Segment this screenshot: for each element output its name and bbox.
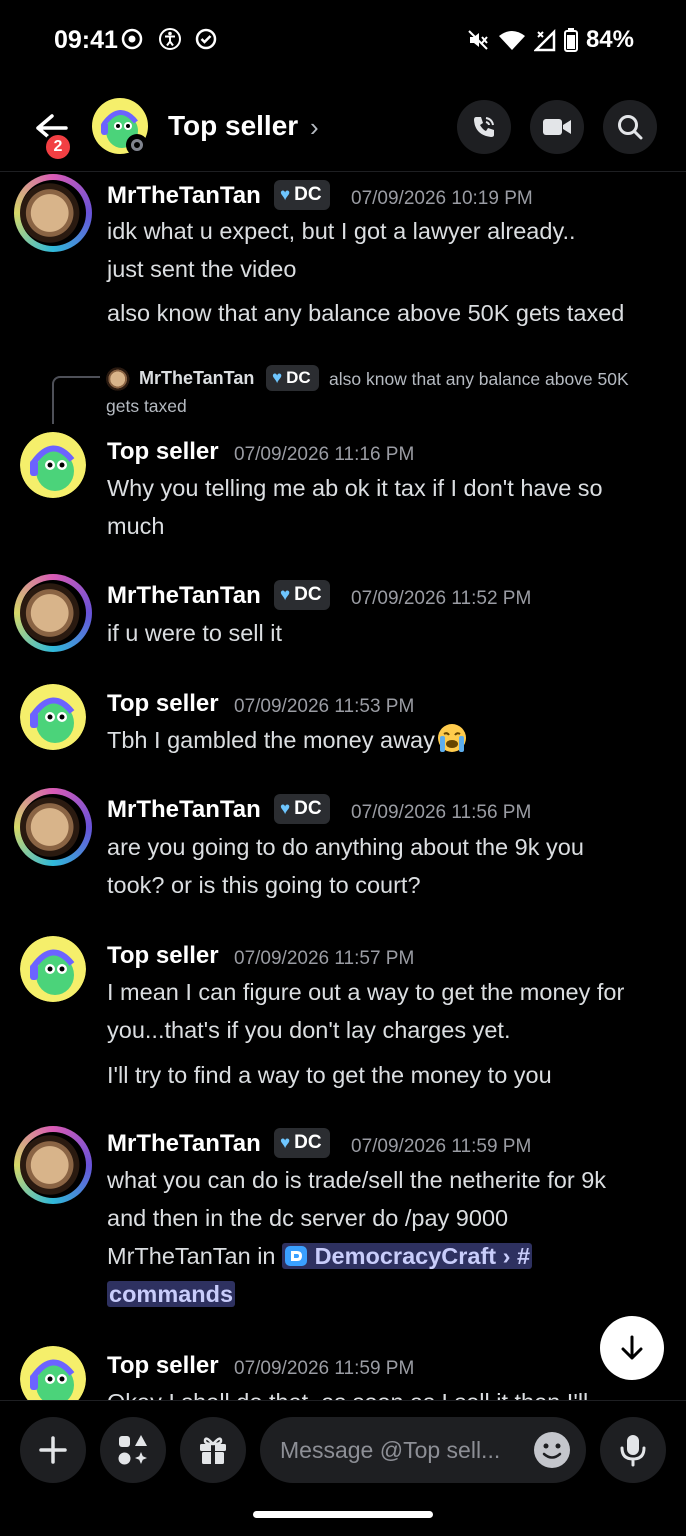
author-name[interactable]: MrTheTanTan [107,796,261,824]
avatar[interactable] [20,1132,86,1198]
gift-icon [200,1437,226,1464]
author-name[interactable]: Top seller [107,942,219,970]
message-placeholder: Message @Top sell... [280,1437,501,1463]
apps-button[interactable] [100,1417,166,1483]
message-text[interactable]: also know that any balance above 50K get… [107,294,677,332]
author-name[interactable]: MrTheTanTan [107,182,261,210]
channel-mention-name[interactable]: commands [107,1281,236,1307]
gesture-bar[interactable] [253,1511,433,1518]
heart-icon: ♥ [272,368,283,387]
heart-icon: ♥ [280,799,291,818]
message-text[interactable]: if u were to sell it [107,614,677,652]
mute-icon [468,30,488,50]
message-composer: Message @Top sell... [0,1400,686,1500]
emoji-icon[interactable] [532,1430,572,1470]
message-input[interactable]: Message @Top sell... [260,1417,586,1483]
reply-connector [52,376,100,424]
voice-call-button[interactable] [457,100,511,154]
server-tag[interactable]: ♥ DC [274,794,330,824]
author-name[interactable]: Top seller [107,690,219,718]
message-text[interactable]: what you can do is trade/sell the nether… [107,1161,677,1313]
offline-status-icon [126,134,148,156]
clock: 09:41 [54,26,118,54]
gift-button[interactable] [180,1417,246,1483]
chevron-right-icon[interactable]: › [310,112,319,143]
message-text[interactable]: I'll try to find a way to get the money … [107,1056,677,1094]
reply-author: MrTheTanTan [139,368,255,388]
chrome-icon [121,28,143,50]
avatar[interactable] [20,580,86,646]
timestamp: 07/09/2026 11:56 PM [351,802,532,823]
jump-to-bottom-button[interactable] [600,1316,664,1380]
server-tag[interactable]: ♥ DC [274,180,330,210]
page-title[interactable]: Top seller [168,110,298,142]
voice-message-button[interactable] [600,1417,666,1483]
message-list[interactable]: MrTheTanTan ♥ DC 07/09/2026 10:19 PM idk … [0,172,686,1400]
apps-icon [118,1435,147,1465]
author-name[interactable]: Top seller [107,438,219,466]
timestamp: 07/09/2026 11:59 PM [351,1136,532,1157]
avatar[interactable] [20,180,86,246]
unread-badge: 2 [43,132,73,162]
timestamp: 07/09/2026 10:19 PM [351,188,533,209]
video-call-button[interactable] [530,100,584,154]
accessibility-icon [159,28,181,50]
arrow-down-icon [621,1335,643,1360]
battery-level: 84% [585,26,634,53]
reply-text: gets taxed [106,396,187,416]
timestamp: 07/09/2026 11:57 PM [234,948,415,969]
wifi-icon [498,31,525,50]
video-camera-icon [543,119,571,135]
check-circle-icon [195,28,217,50]
heart-icon: ♥ [280,585,291,604]
chat-header: 2 Top seller › [0,80,686,172]
phone-icon [474,117,494,137]
timestamp: 07/09/2026 11:16 PM [234,444,415,465]
avatar[interactable] [20,684,86,750]
channel-mention[interactable]: DemocracyCraft › # [282,1243,533,1269]
server-tag[interactable]: ♥ DC [274,580,330,610]
timestamp: 07/09/2026 11:52 PM [351,588,532,609]
avatar [106,366,132,392]
server-tag: ♥ DC [266,365,319,391]
message-text[interactable]: idk what u expect, but I got a lawyer al… [107,212,677,288]
server-tag[interactable]: ♥ DC [274,1128,330,1158]
author-name[interactable]: MrTheTanTan [107,1130,261,1158]
message-text[interactable]: Why you telling me ab ok it tax if I don… [107,469,677,545]
message-text[interactable]: are you going to do anything about the 9… [107,828,677,904]
author-name[interactable]: MrTheTanTan [107,582,261,610]
avatar[interactable] [20,1346,86,1400]
server-icon [285,1246,308,1266]
crying-emoji-icon [437,724,466,752]
message-text[interactable]: Okay I shall do that, as soon as I sell … [107,1383,677,1400]
avatar[interactable] [20,794,86,860]
search-icon [618,115,643,140]
status-bar: 09:41 84% [0,0,686,80]
heart-icon: ♥ [280,1133,291,1152]
author-name[interactable]: Top seller [107,1352,219,1380]
heart-icon: ♥ [280,185,291,204]
add-attachment-button[interactable] [20,1417,86,1483]
reply-text: also know that any balance above 50K [329,369,629,389]
message-text[interactable]: Tbh I gambled the money away [107,721,677,759]
search-button[interactable] [603,100,657,154]
timestamp: 07/09/2026 11:53 PM [234,696,415,717]
battery-icon [563,28,578,52]
signal-icon [533,28,556,52]
avatar[interactable] [20,432,86,498]
plus-icon [39,1436,67,1464]
status-icons: 84% [466,26,634,54]
microphone-icon [620,1435,646,1467]
message-text[interactable]: I mean I can figure out a way to get the… [107,973,677,1049]
timestamp: 07/09/2026 11:59 PM [234,1358,415,1379]
avatar[interactable] [20,936,86,1002]
